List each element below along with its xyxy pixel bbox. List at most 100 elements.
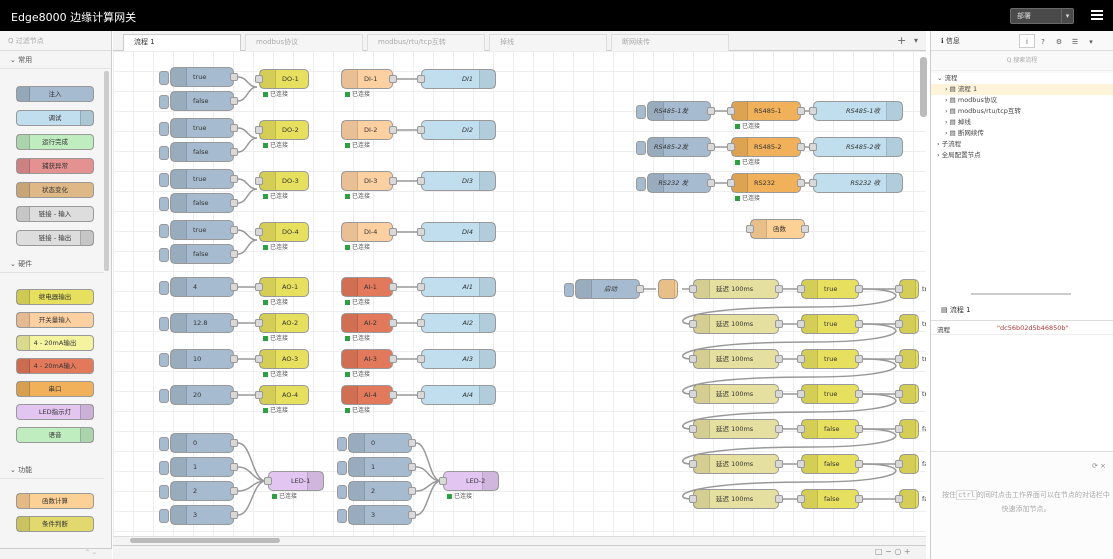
sidebar-splitter[interactable]: [971, 293, 1071, 295]
inject-trigger-button[interactable]: [159, 173, 169, 187]
inject-node[interactable]: false: [159, 142, 238, 162]
input-port[interactable]: [417, 228, 425, 236]
palette-node-complete[interactable]: 运行完成: [16, 134, 94, 150]
gpio-node[interactable]: false: [797, 454, 863, 474]
inject-trigger-button[interactable]: [337, 509, 347, 523]
inject-node[interactable]: false: [159, 193, 238, 213]
bulb-node[interactable]: true: [895, 279, 926, 299]
gpio-node[interactable]: true: [797, 279, 863, 299]
ai-node[interactable]: AI-3: [341, 349, 397, 369]
di-node[interactable]: DI-3: [341, 171, 397, 191]
do-node[interactable]: DO-4: [255, 222, 309, 242]
serial-node[interactable]: RS232: [727, 173, 805, 193]
output-port[interactable]: [230, 283, 238, 291]
inject-trigger-button[interactable]: [159, 461, 169, 475]
output-port[interactable]: [230, 355, 238, 363]
workspace-canvas[interactable]: true false DO-1 已连接 DI-1 已连接 DI1 true false DO-2 已…: [113, 51, 926, 545]
inject-trigger-button[interactable]: [159, 389, 169, 403]
output-port[interactable]: [775, 425, 783, 433]
help-icon[interactable]: ?: [1035, 35, 1051, 49]
palette-node-analog-out[interactable]: 4 - 20mA输出: [16, 335, 94, 351]
inject-node[interactable]: true: [159, 169, 238, 189]
output-port[interactable]: [230, 319, 238, 327]
palette-node-analog-in[interactable]: 4 - 20mA输入: [16, 358, 94, 374]
output-port[interactable]: [230, 391, 238, 399]
input-port[interactable]: [417, 283, 425, 291]
di-node[interactable]: DI-1: [341, 69, 397, 89]
di-node[interactable]: DI-4: [341, 222, 397, 242]
gpio-node[interactable]: false: [797, 489, 863, 509]
output-port[interactable]: [389, 391, 397, 399]
palette-category-function[interactable]: ⌄ 功能: [0, 461, 104, 479]
debug-node[interactable]: DI2: [417, 120, 496, 140]
delay-node[interactable]: 延迟 100ms: [689, 384, 783, 404]
ao-node[interactable]: AO-3: [255, 349, 309, 369]
wire[interactable]: [237, 188, 258, 204]
palette-node-catch[interactable]: 捕获异常: [16, 158, 94, 174]
input-port[interactable]: [255, 177, 263, 185]
function-node[interactable]: 函数: [746, 219, 809, 239]
inject-node[interactable]: RS232 发: [636, 173, 715, 193]
inject-node[interactable]: RS485-1发: [636, 101, 715, 121]
inject-trigger-button[interactable]: [159, 317, 169, 331]
inject-node[interactable]: 0: [337, 433, 416, 453]
input-port[interactable]: [264, 477, 272, 485]
output-port[interactable]: [855, 320, 863, 328]
input-port[interactable]: [689, 425, 697, 433]
output-port[interactable]: [389, 355, 397, 363]
config-icon[interactable]: ⚙: [1051, 35, 1067, 49]
sidebar-search-input[interactable]: Q 搜索流程: [931, 51, 1113, 71]
input-port[interactable]: [255, 319, 263, 327]
inject-node[interactable]: false: [159, 244, 238, 264]
input-port[interactable]: [797, 495, 805, 503]
delay-node[interactable]: 延迟 100ms: [689, 279, 783, 299]
inject-trigger-button[interactable]: [159, 281, 169, 295]
output-port[interactable]: [775, 285, 783, 293]
inject-trigger-button[interactable]: [159, 485, 169, 499]
palette-node-serial[interactable]: 串口: [16, 381, 94, 397]
input-port[interactable]: [255, 126, 263, 134]
input-port[interactable]: [727, 107, 735, 115]
serial-node[interactable]: RS485-1: [727, 101, 805, 121]
palette-node-switch-in[interactable]: 开关量输入: [16, 312, 94, 328]
ao-node[interactable]: AO-4: [255, 385, 309, 405]
input-port[interactable]: [895, 495, 903, 503]
delay-node[interactable]: 延迟 100ms: [689, 419, 783, 439]
chevron-down-icon[interactable]: ▾: [1061, 9, 1073, 23]
bulb-node[interactable]: true: [895, 349, 926, 369]
delay-node[interactable]: 延迟 100ms: [689, 314, 783, 334]
led-node[interactable]: LED-2: [439, 471, 499, 491]
palette-node-debug[interactable]: 调试: [16, 110, 94, 126]
input-port[interactable]: [417, 355, 425, 363]
output-port[interactable]: [389, 228, 397, 236]
output-port[interactable]: [797, 107, 805, 115]
input-port[interactable]: [895, 460, 903, 468]
inject-node[interactable]: 2: [159, 481, 238, 501]
wire[interactable]: [237, 239, 258, 255]
input-port[interactable]: [255, 355, 263, 363]
output-port[interactable]: [230, 226, 238, 234]
output-port[interactable]: [775, 355, 783, 363]
output-port[interactable]: [707, 107, 715, 115]
input-port[interactable]: [689, 460, 697, 468]
input-port[interactable]: [797, 425, 805, 433]
input-port[interactable]: [895, 320, 903, 328]
inject-trigger-button[interactable]: [159, 353, 169, 367]
output-port[interactable]: [775, 320, 783, 328]
inject-trigger-button[interactable]: [159, 71, 169, 85]
ai-node[interactable]: AI-4: [341, 385, 397, 405]
input-port[interactable]: [255, 75, 263, 83]
ao-node[interactable]: AO-2: [255, 313, 309, 333]
inject-node[interactable]: 3: [159, 505, 238, 525]
input-port[interactable]: [727, 179, 735, 187]
output-port[interactable]: [707, 179, 715, 187]
do-node[interactable]: DO-3: [255, 171, 309, 191]
input-port[interactable]: [797, 320, 805, 328]
input-port[interactable]: [895, 355, 903, 363]
tree-item-flow-1[interactable]: › ▤ 流程 1: [931, 84, 1113, 95]
palette-category-hardware[interactable]: ⌄ 硬件: [0, 255, 104, 273]
delay-node[interactable]: 延迟 100ms: [689, 349, 783, 369]
output-port[interactable]: [801, 225, 809, 233]
tree-item-resume[interactable]: › ▤ 断网续传: [931, 128, 1113, 139]
do-node[interactable]: DO-1: [255, 69, 309, 89]
